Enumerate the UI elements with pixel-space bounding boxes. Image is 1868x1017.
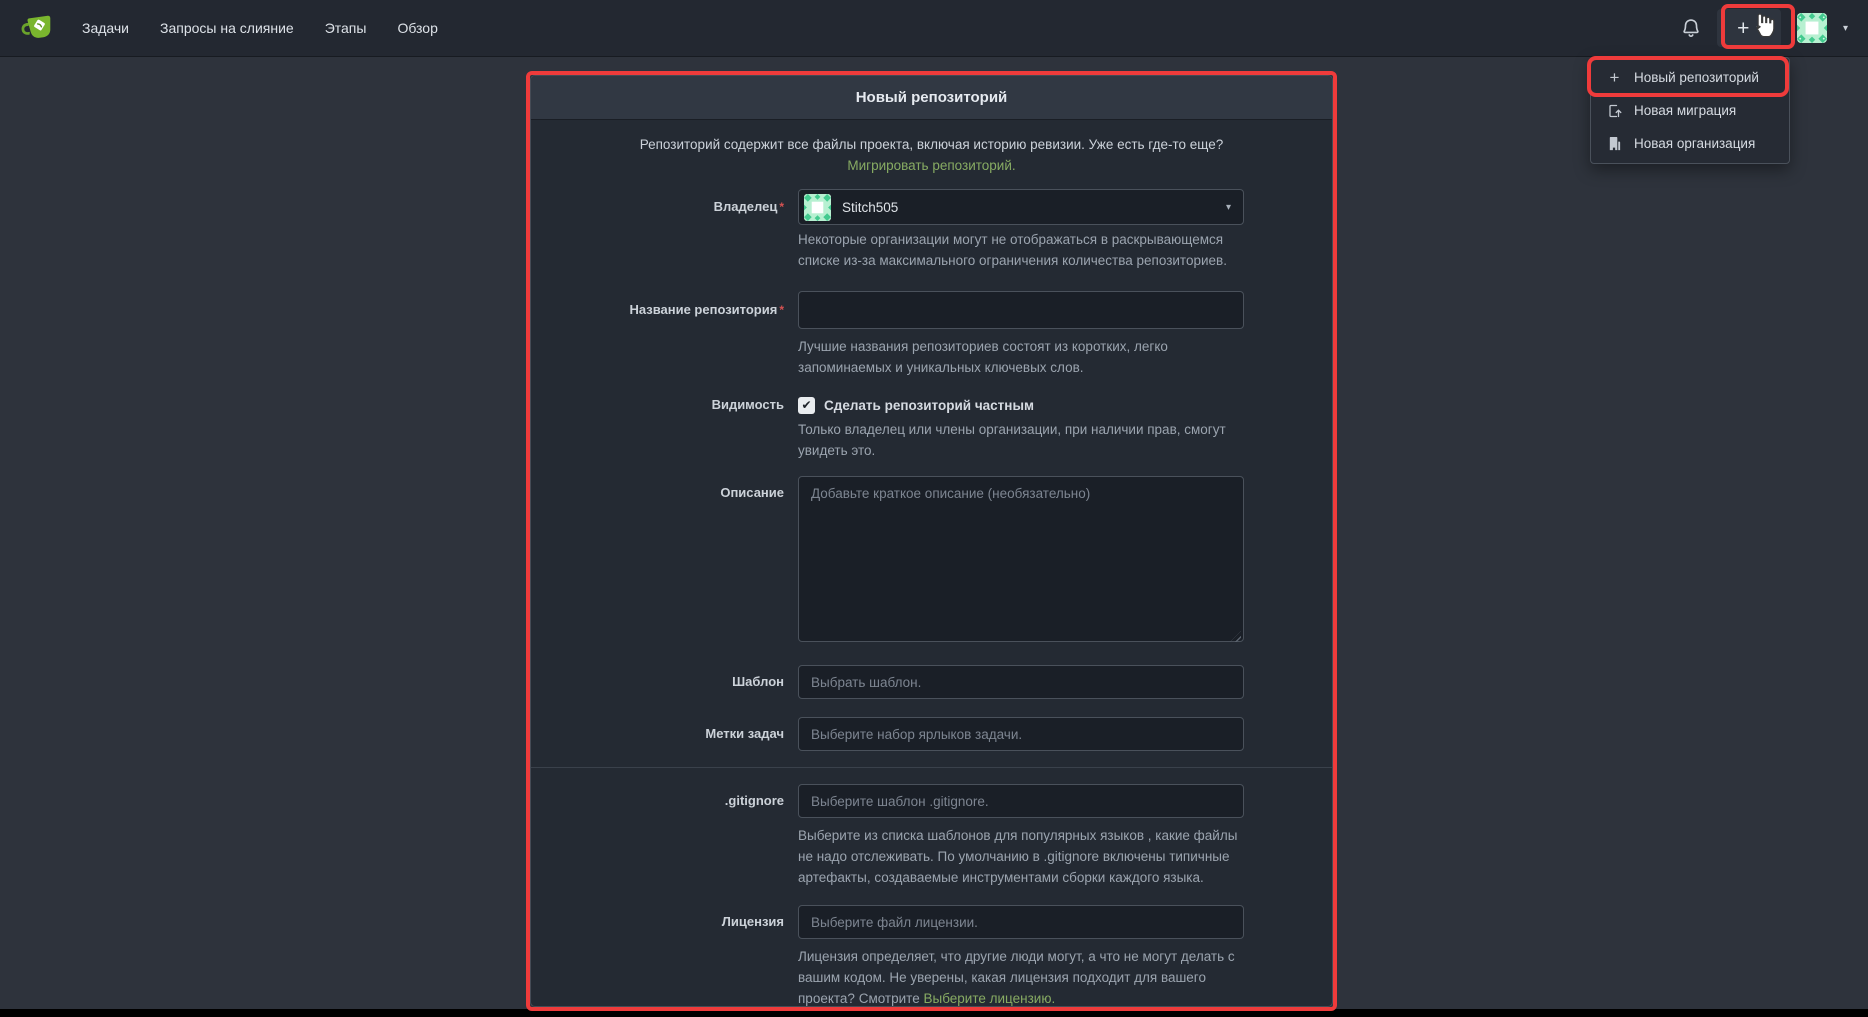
screen: Задачи Запросы на слияние Этапы Обзор + … — [0, 0, 1868, 1017]
repo-name-help: Лучшие названия репозиториев состоят из … — [798, 336, 1244, 378]
license-input[interactable] — [798, 905, 1244, 939]
owner-avatar-identicon — [804, 194, 831, 221]
intro-text: Репозиторий содержит все файлы проекта, … — [640, 137, 1224, 152]
private-checkbox-label: Сделать репозиторий частным — [824, 398, 1034, 413]
chevron-down-icon: ▾ — [1756, 23, 1761, 34]
gitignore-label: .gitignore — [531, 784, 798, 818]
form-title: Новый репозиторий — [531, 76, 1332, 120]
form-body: Репозиторий содержит все файлы проекта, … — [531, 120, 1332, 1007]
menu-item-new-migration[interactable]: Новая миграция — [1591, 94, 1789, 127]
issue-labels-input[interactable] — [798, 717, 1244, 751]
nav-item-explore[interactable]: Обзор — [397, 20, 437, 36]
private-checkbox[interactable]: ✔ — [798, 397, 815, 414]
visibility-row: Видимость ✔ Сделать репозиторий частным … — [531, 395, 1332, 461]
issue-labels-label: Метки задач — [531, 717, 798, 751]
choose-license-link[interactable]: Выберите лицензию. — [923, 991, 1055, 1006]
owner-value: Stitch505 — [842, 200, 898, 215]
description-textarea[interactable] — [798, 476, 1244, 642]
gitignore-row: .gitignore Выберите из списка шаблонов д… — [531, 784, 1332, 888]
menu-item-new-repository[interactable]: + Новый репозиторий — [1591, 61, 1789, 94]
section-divider — [531, 767, 1332, 768]
plus-icon: + — [1606, 69, 1623, 86]
repo-name-row: Название репозитория* Лучшие названия ре… — [531, 291, 1332, 378]
top-navbar: Задачи Запросы на слияние Этапы Обзор + … — [0, 0, 1868, 57]
template-row: Шаблон — [531, 665, 1332, 699]
create-menu: + Новый репозиторий Новая миграция Новая… — [1590, 57, 1790, 164]
plus-icon: + — [1737, 18, 1749, 39]
main-nav: Задачи Запросы на слияние Этапы Обзор — [82, 20, 438, 36]
template-input[interactable] — [798, 665, 1244, 699]
menu-item-new-organization[interactable]: Новая организация — [1591, 127, 1789, 160]
license-label: Лицензия — [531, 905, 798, 939]
owner-select[interactable]: Stitch505 ▾ — [798, 189, 1244, 225]
required-asterisk: * — [779, 303, 784, 317]
menu-item-label: Новая организация — [1634, 136, 1755, 151]
menu-item-label: Новый репозиторий — [1634, 70, 1759, 85]
description-label: Описание — [531, 476, 798, 503]
gitignore-input[interactable] — [798, 784, 1244, 818]
nav-item-pull-requests[interactable]: Запросы на слияние — [160, 20, 294, 36]
new-repo-form-panel: Новый репозиторий Репозиторий содержит в… — [530, 75, 1333, 1007]
gitignore-help: Выберите из списка шаблонов для популярн… — [798, 825, 1244, 888]
migration-icon — [1606, 102, 1623, 119]
description-row: Описание — [531, 476, 1332, 647]
owner-row: Владелец* — [531, 189, 1332, 271]
migrate-repository-link[interactable]: Мигрировать репозиторий. — [847, 158, 1015, 173]
nav-item-milestones[interactable]: Этапы — [325, 20, 367, 36]
visibility-label: Видимость — [531, 395, 798, 415]
organization-icon — [1606, 135, 1623, 152]
repo-name-label: Название репозитория* — [531, 291, 798, 329]
visibility-help: Только владелец или члены организации, п… — [798, 419, 1244, 461]
owner-help: Некоторые организации могут не отображат… — [798, 229, 1244, 271]
template-label: Шаблон — [531, 665, 798, 699]
create-new-button[interactable]: + ▾ — [1717, 9, 1781, 47]
notifications-bell-icon[interactable] — [1681, 18, 1701, 39]
nav-item-issues[interactable]: Задачи — [82, 20, 129, 36]
form-intro: Репозиторий содержит все файлы проекта, … — [610, 134, 1254, 176]
license-row: Лицензия Лицензия определяет, что другие… — [531, 905, 1332, 1007]
repo-name-input[interactable] — [798, 291, 1244, 329]
owner-label: Владелец* — [531, 189, 798, 225]
menu-item-label: Новая миграция — [1634, 103, 1736, 118]
issue-labels-row: Метки задач — [531, 717, 1332, 751]
license-help: Лицензия определяет, что другие люди мог… — [798, 946, 1244, 1007]
navbar-right: + ▾ — [1681, 9, 1848, 47]
chevron-down-icon: ▾ — [1226, 202, 1231, 213]
user-avatar[interactable] — [1797, 13, 1827, 43]
user-menu-caret-icon[interactable]: ▾ — [1843, 23, 1848, 34]
required-asterisk: * — [779, 200, 784, 214]
gitea-logo-icon[interactable] — [20, 10, 56, 46]
